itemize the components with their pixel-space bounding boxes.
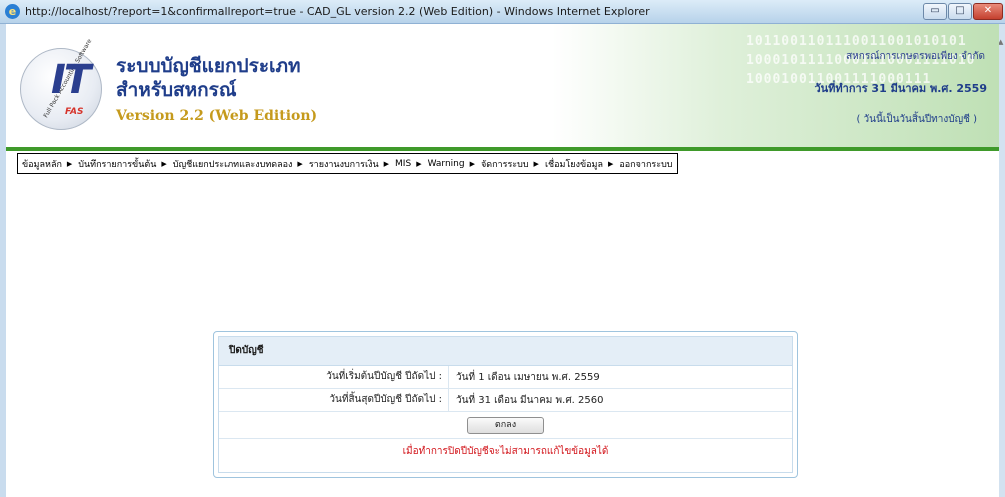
menu-item-label: ข้อมูลหลัก xyxy=(22,159,62,170)
window-title: http://localhost/?report=1&confirmallrep… xyxy=(25,5,650,18)
menu-arrow-icon: ▶ xyxy=(533,159,539,168)
close-period-panel: ปิดบัญชี วันที่เริ่มต้นปีบัญชี ปีถัดไป :… xyxy=(213,331,798,478)
app-title: ระบบบัญชีแยกประเภท สำหรับสหกรณ์ xyxy=(116,54,301,102)
panel-title: ปิดบัญชี xyxy=(219,337,792,366)
menu-arrow-icon: ▶ xyxy=(383,159,390,168)
menu-item-label: รายงานงบการเงิน xyxy=(308,159,379,170)
app-title-line2: สำหรับสหกรณ์ xyxy=(116,79,237,101)
menu-item-financial-reports[interactable]: รายงานงบการเงิน ▶ xyxy=(309,157,395,171)
working-date: วันที่ทำการ 31 มีนาคม พ.ศ. 2559 xyxy=(814,82,987,95)
menu-item-mis[interactable]: MIS ▶ xyxy=(395,159,428,169)
page-header: 1011001101110011001010101 10001011110001… xyxy=(6,24,999,147)
menu-arrow-icon: ▶ xyxy=(297,159,303,168)
menu-item-label: บันทึกรายการขั้นต้น xyxy=(78,159,157,170)
minimize-button[interactable]: ▭ xyxy=(923,3,947,20)
menu-item-journal-entry[interactable]: บันทึกรายการขั้นต้น ▶ xyxy=(78,157,172,171)
menu-item-label: จัดการระบบ xyxy=(480,159,529,170)
next-year-end-value: วันที่ 31 เดือน มีนาคม พ.ศ. 2560 xyxy=(456,394,604,406)
next-year-end-label: วันที่สิ้นสุดปีบัญชี ปีถัดไป : xyxy=(219,389,449,411)
menu-item-logout[interactable]: ออกจากระบบ xyxy=(619,157,672,171)
menu-arrow-icon: ▶ xyxy=(607,159,614,168)
app-logo: Full Pack Accounting Software IT FAS xyxy=(20,38,102,130)
logo-fas-text: FAS xyxy=(65,107,84,117)
menu-arrow-icon: ▶ xyxy=(161,159,167,168)
app-title-line1: ระบบบัญชีแยกประเภท xyxy=(116,55,301,77)
menu-arrow-icon: ▶ xyxy=(66,159,73,168)
table-row: วันที่เริ่มต้นปีบัญชี ปีถัดไป : วันที่ 1… xyxy=(219,366,792,389)
menu-item-label: ออกจากระบบ xyxy=(619,159,673,170)
ie-icon: e xyxy=(5,4,20,19)
app-version: Version 2.2 (Web Edition) xyxy=(116,108,318,124)
logo-it-text: IT xyxy=(51,57,91,103)
next-year-start-value: วันที่ 1 เดือน เมษายน พ.ศ. 2559 xyxy=(456,371,600,383)
maximize-button[interactable]: □ xyxy=(948,3,972,20)
close-period-table: ปิดบัญชี วันที่เริ่มต้นปีบัญชี ปีถัดไป :… xyxy=(218,336,793,473)
period-end-note: ( วันนี้เป็นวันสิ้นปีทางบัญชี ) xyxy=(856,114,977,125)
coop-name: สหกรณ์การเกษตรพอเพียง จำกัด xyxy=(846,51,985,62)
warning-message: เมื่อทำการปิดปีบัญชีจะไม่สามารถแก้ไขข้อม… xyxy=(402,445,609,457)
button-row: ตกลง xyxy=(219,412,792,439)
next-year-start-label: วันที่เริ่มต้นปีบัญชี ปีถัดไป : xyxy=(219,366,449,388)
menu-arrow-icon: ▶ xyxy=(469,159,475,168)
menu-item-system-admin[interactable]: จัดการระบบ ▶ xyxy=(481,157,545,171)
menu-item-label: MIS xyxy=(395,158,412,169)
menu-arrow-icon: ▶ xyxy=(416,159,422,168)
menu-item-warning[interactable]: Warning ▶ xyxy=(428,159,481,169)
menu-item-ledger[interactable]: บัญชีแยกประเภทและงบทดลอง ▶ xyxy=(173,157,309,171)
menu-item-data-link[interactable]: เชื่อมโยงข้อมูล ▶ xyxy=(545,157,619,171)
menu-item-label: Warning xyxy=(427,158,465,169)
table-row: วันที่สิ้นสุดปีบัญชี ปีถัดไป : วันที่ 31… xyxy=(219,389,792,412)
menu-item-master-data[interactable]: ข้อมูลหลัก ▶ xyxy=(22,157,78,171)
header-divider xyxy=(6,147,999,151)
menu-item-label: เชื่อมโยงข้อมูล xyxy=(544,159,603,170)
menu-item-label: บัญชีแยกประเภทและงบทดลอง xyxy=(172,159,293,170)
window-scrollbar[interactable] xyxy=(999,24,1005,497)
main-menu: ข้อมูลหลัก ▶ บันทึกรายการขั้นต้น ▶ บัญชีแย… xyxy=(17,153,678,174)
close-window-button[interactable]: ✕ xyxy=(973,3,1003,20)
ok-button[interactable]: ตกลง xyxy=(467,416,544,434)
window-titlebar: e http://localhost/?report=1&confirmallr… xyxy=(0,0,1005,24)
